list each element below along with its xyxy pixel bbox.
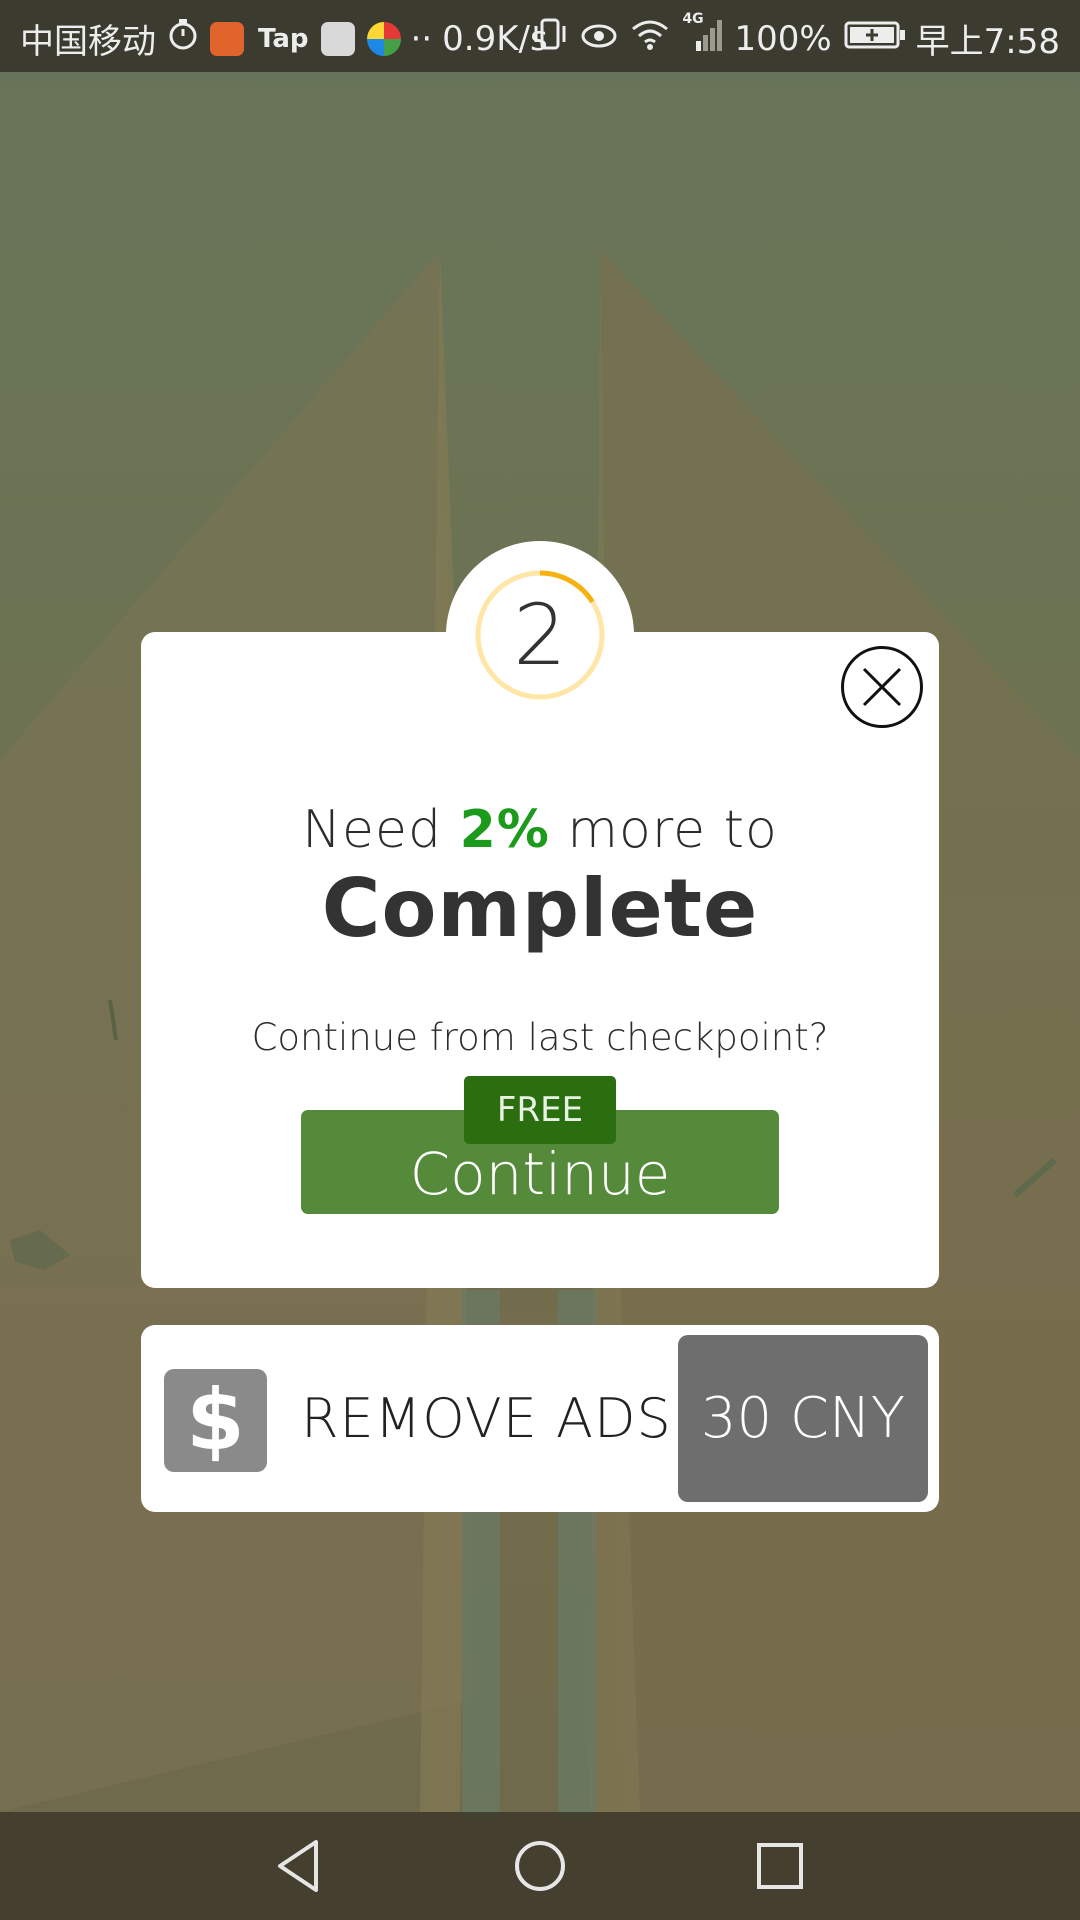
close-button[interactable]: [841, 646, 923, 728]
level-number: 2: [513, 586, 567, 684]
clock-time: 早上7:58: [915, 22, 1060, 62]
huawei-app-icon: [320, 21, 355, 56]
complete-heading: Complete: [321, 862, 759, 955]
status-bar-left: 中国移动 Tap ·· 0.9K/s: [20, 14, 548, 63]
tap-app-icon: Tap: [258, 23, 309, 54]
free-tag: FREE: [464, 1076, 616, 1144]
home-icon[interactable]: [510, 1836, 570, 1896]
dollar-icon: $: [164, 1369, 267, 1472]
eye-comfort-icon: [580, 19, 618, 59]
continue-label: Continue: [409, 1140, 671, 1208]
navigation-bar: [0, 1812, 1080, 1920]
photos-app-icon: [366, 21, 401, 56]
network-type: 4G: [682, 11, 704, 27]
level-progress-badge: 2: [446, 541, 634, 729]
remove-ads-card[interactable]: $ REMOVE ADS 30 CNY: [141, 1325, 939, 1512]
health-app-icon: [210, 21, 244, 56]
battery-icon: [844, 19, 906, 59]
vibrate-icon: [532, 17, 568, 60]
need-more-text: Need 2% more to: [141, 800, 939, 860]
need-percent: 2%: [459, 800, 550, 860]
recents-icon[interactable]: [750, 1836, 810, 1896]
signal-icon: 4G: [682, 11, 724, 60]
wifi-icon: [630, 18, 670, 59]
price-button[interactable]: 30 CNY: [678, 1335, 928, 1502]
close-icon: [862, 667, 902, 707]
need-prefix: Need: [302, 800, 443, 860]
remove-ads-label: REMOVE ADS: [301, 1387, 672, 1450]
checkpoint-question: Continue from last checkpoint?: [251, 1016, 829, 1059]
dots-indicator: ··: [410, 18, 433, 59]
carrier-name: 中国移动: [20, 22, 156, 62]
back-icon[interactable]: [270, 1836, 330, 1896]
battery-percent: 100%: [734, 18, 832, 59]
continue-dialog: Need 2% more to Complete Continue from l…: [141, 632, 939, 1288]
need-suffix: more to: [567, 800, 778, 860]
status-bar: 中国移动 Tap ·· 0.9K/s 4G 100% 早上7:58: [0, 0, 1080, 72]
stopwatch-icon: [168, 18, 198, 59]
status-bar-right: 4G 100% 早上7:58: [520, 11, 1060, 63]
